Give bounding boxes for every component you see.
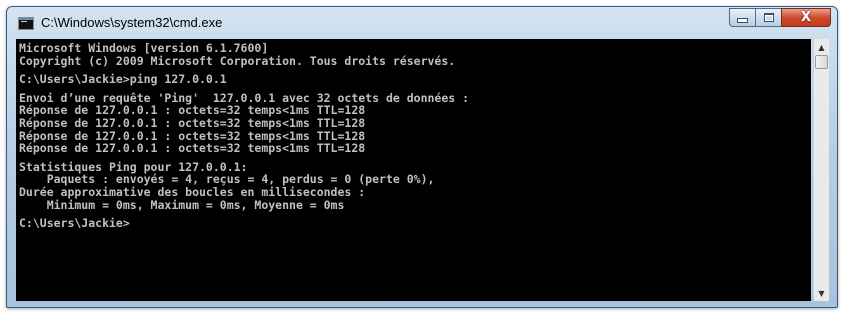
window-title: C:\Windows\system32\cmd.exe: [41, 15, 223, 30]
console-prompt: C:\Users\Jackie>ping 127.0.0.1: [19, 72, 227, 87]
scroll-down-icon[interactable]: ▼: [814, 285, 829, 301]
console-line: Copyright (c) 2009 Microsoft Corporation…: [19, 53, 456, 68]
minimize-button[interactable]: [729, 8, 756, 27]
vertical-scrollbar[interactable]: ▲ ▼: [813, 39, 829, 301]
cmd-icon[interactable]: [18, 17, 34, 30]
cmd-window: C:\Windows\system32\cmd.exe X Microsoft …: [6, 6, 838, 308]
console-line: Minimum = 0ms, Maximum = 0ms, Moyenne = …: [19, 197, 345, 212]
close-icon: X: [800, 10, 812, 25]
reply-line: Réponse de 127.0.0.1 : octets=32 temps<1…: [19, 115, 366, 130]
console-output[interactable]: Microsoft Windows [version 6.1.7600] Cop…: [16, 39, 811, 301]
reply-line: Réponse de 127.0.0.1 : octets=32 temps<1…: [19, 141, 366, 156]
close-button[interactable]: X: [781, 8, 831, 27]
scroll-thumb[interactable]: [815, 55, 828, 69]
console-line: Microsoft Windows [version 6.1.7600]: [19, 41, 269, 55]
console-line: Durée approximative des boucles en milli…: [19, 184, 366, 199]
scroll-up-icon[interactable]: ▲: [814, 39, 829, 55]
console-prompt[interactable]: C:\Users\Jackie>: [16, 217, 811, 230]
minimize-icon: [737, 18, 748, 23]
maximize-button[interactable]: [755, 8, 782, 27]
maximize-icon: [763, 13, 774, 22]
title-bar[interactable]: C:\Windows\system32\cmd.exe X: [7, 7, 837, 39]
